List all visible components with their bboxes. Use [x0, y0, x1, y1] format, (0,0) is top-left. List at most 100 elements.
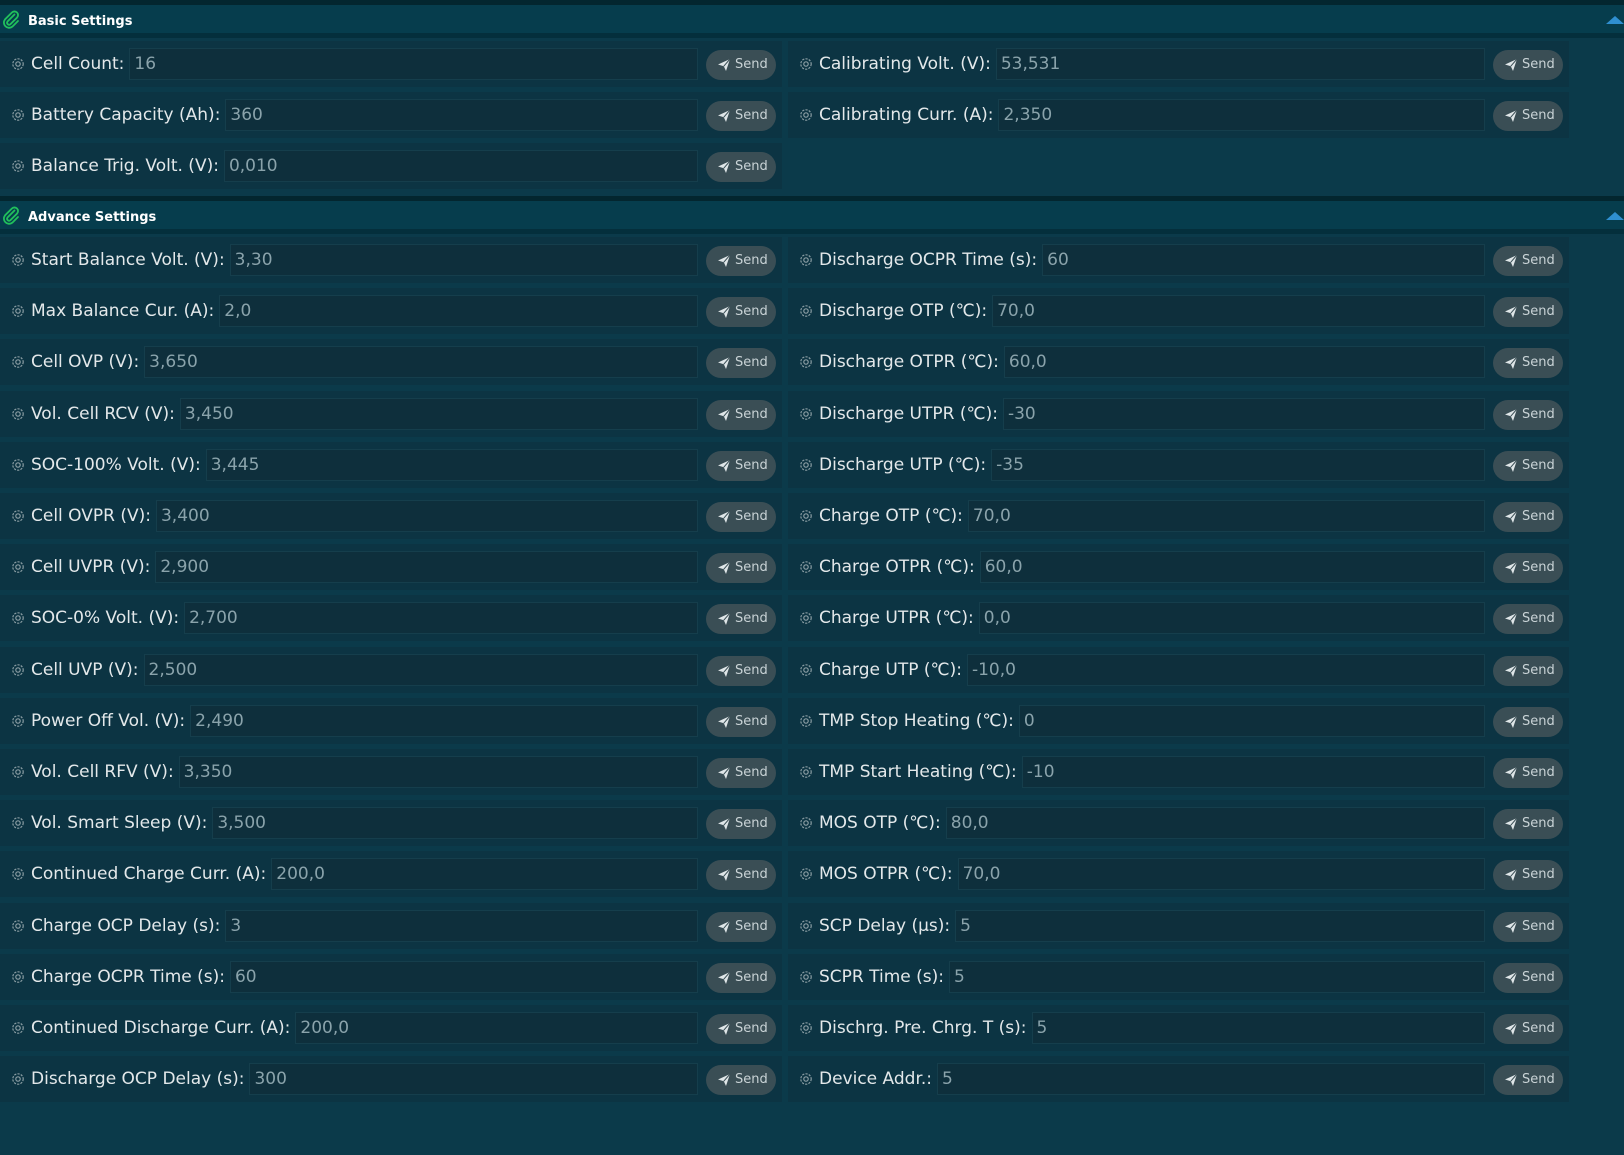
gear-icon [10, 815, 26, 831]
setting-value-input[interactable]: 3,500 [212, 807, 698, 840]
send-button[interactable]: Send [706, 348, 776, 379]
setting-value-input[interactable]: 2,700 [184, 602, 698, 635]
send-button[interactable]: Send [1493, 604, 1563, 635]
setting-label: Charge UTPR (℃): [819, 608, 974, 629]
setting-value-input[interactable]: -35 [991, 448, 1485, 481]
send-button[interactable]: Send [1493, 399, 1563, 430]
setting-value-input[interactable]: 60,0 [979, 551, 1485, 584]
caret-up-icon[interactable] [1606, 212, 1624, 220]
setting-value-input[interactable]: 2,350 [998, 99, 1485, 132]
send-button[interactable]: Send [706, 706, 776, 737]
send-button[interactable]: Send [1493, 450, 1563, 481]
send-button[interactable]: Send [1493, 101, 1563, 132]
send-button[interactable]: Send [706, 399, 776, 430]
send-button[interactable]: Send [1493, 348, 1563, 379]
send-button[interactable]: Send [706, 758, 776, 788]
send-button[interactable]: Send [1493, 50, 1563, 80]
setting-value-input[interactable]: 60 [1042, 244, 1485, 276]
setting-value-input[interactable]: 60 [229, 960, 698, 993]
send-button[interactable]: Send [706, 152, 776, 183]
send-button[interactable]: Send [706, 1014, 776, 1044]
setting-value-input[interactable]: 0,0 [978, 602, 1485, 635]
send-button[interactable]: Send [1493, 860, 1563, 891]
setting-value-input[interactable]: 70,0 [992, 295, 1485, 328]
send-button[interactable]: Send [706, 655, 776, 686]
send-button[interactable]: Send [1493, 553, 1563, 584]
setting-value-input[interactable]: 5 [1031, 1012, 1485, 1044]
caret-up-icon[interactable] [1606, 16, 1624, 24]
send-button[interactable]: Send [1493, 911, 1563, 942]
setting-value-input[interactable]: 5 [955, 909, 1485, 942]
setting-value-input[interactable]: -10 [1021, 756, 1485, 788]
send-button[interactable]: Send [1493, 809, 1563, 840]
setting-row: Discharge OTPR (℃): 60,0 Send [788, 339, 1569, 386]
setting-value-input[interactable]: -30 [1002, 397, 1485, 430]
paper-plane-icon [717, 868, 731, 882]
send-button-label: Send [735, 304, 768, 320]
send-button-label: Send [735, 611, 768, 627]
basic-settings-header[interactable]: Basic Settings [0, 0, 1624, 33]
send-button[interactable]: Send [1493, 502, 1563, 532]
send-button[interactable]: Send [1493, 706, 1563, 737]
send-button[interactable]: Send [1493, 758, 1563, 788]
setting-value-input[interactable]: 0 [1018, 704, 1485, 737]
setting-value-input[interactable]: 70,0 [957, 858, 1485, 891]
setting-value-input[interactable]: 3,30 [229, 244, 698, 276]
send-button[interactable]: Send [706, 553, 776, 584]
send-button[interactable]: Send [1493, 246, 1563, 276]
send-button[interactable]: Send [706, 809, 776, 840]
send-button[interactable]: Send [706, 101, 776, 132]
setting-value-input[interactable]: 3,445 [205, 448, 698, 481]
setting-value-input[interactable]: 3,400 [155, 500, 698, 532]
setting-value-input[interactable]: 5 [937, 1063, 1485, 1096]
send-button[interactable]: Send [706, 604, 776, 635]
setting-value-input[interactable]: 300 [249, 1063, 698, 1096]
send-button[interactable]: Send [1493, 962, 1563, 993]
setting-value-input[interactable]: 3,650 [144, 346, 698, 379]
setting-value-input[interactable]: 70,0 [967, 500, 1485, 532]
setting-value-input[interactable]: 2,500 [143, 653, 698, 686]
setting-value-input[interactable]: 60,0 [1003, 346, 1485, 379]
setting-value-input[interactable]: 5 [949, 960, 1485, 993]
setting-value-input[interactable]: 2,900 [155, 551, 698, 584]
setting-label: SCP Delay (μs): [819, 915, 951, 936]
paper-plane-icon [717, 109, 731, 123]
send-button[interactable]: Send [1493, 655, 1563, 686]
setting-value-input[interactable]: 200,0 [271, 858, 698, 891]
send-button[interactable]: Send [1493, 297, 1563, 328]
send-button[interactable]: Send [706, 1065, 776, 1096]
send-button[interactable]: Send [706, 962, 776, 993]
setting-row: Continued Discharge Curr. (A): 200,0 Send [0, 1005, 782, 1051]
setting-row: Charge UTPR (℃): 0,0 Send [788, 595, 1569, 642]
setting-value-input[interactable]: 360 [225, 99, 698, 132]
send-button[interactable]: Send [706, 297, 776, 328]
setting-value-input[interactable]: 2,490 [190, 704, 698, 737]
send-button[interactable]: Send [706, 860, 776, 891]
setting-value-input[interactable]: 16 [129, 48, 698, 80]
setting-value-input[interactable]: -10,0 [966, 653, 1485, 686]
setting-value-input[interactable]: 3 [225, 909, 698, 942]
gear-icon [798, 610, 814, 626]
send-button[interactable]: Send [1493, 1014, 1563, 1044]
send-button[interactable]: Send [706, 450, 776, 481]
setting-value-input[interactable]: 200,0 [295, 1012, 698, 1044]
setting-value-input[interactable]: 80,0 [945, 807, 1485, 840]
send-button[interactable]: Send [706, 502, 776, 532]
setting-row: Battery Capacity (Ah): 360 Send [0, 92, 782, 139]
gear-icon [798, 406, 814, 422]
send-button[interactable]: Send [706, 246, 776, 276]
setting-value-input[interactable]: 3,350 [178, 756, 698, 788]
setting-row: Device Addr.: 5 Send [788, 1056, 1569, 1103]
paper-plane-icon [717, 817, 731, 831]
gear-icon [798, 815, 814, 831]
paper-plane-icon [717, 612, 731, 626]
send-button[interactable]: Send [1493, 1065, 1563, 1096]
send-button[interactable]: Send [706, 911, 776, 942]
send-button[interactable]: Send [706, 50, 776, 80]
setting-value-input[interactable]: 3,450 [179, 397, 698, 430]
setting-value-input[interactable]: 0,010 [223, 150, 698, 183]
advance-settings-header[interactable]: Advance Settings [0, 196, 1624, 229]
gear-icon [798, 559, 814, 575]
setting-value-input[interactable]: 2,0 [219, 295, 698, 328]
setting-value-input[interactable]: 53,531 [995, 48, 1485, 80]
